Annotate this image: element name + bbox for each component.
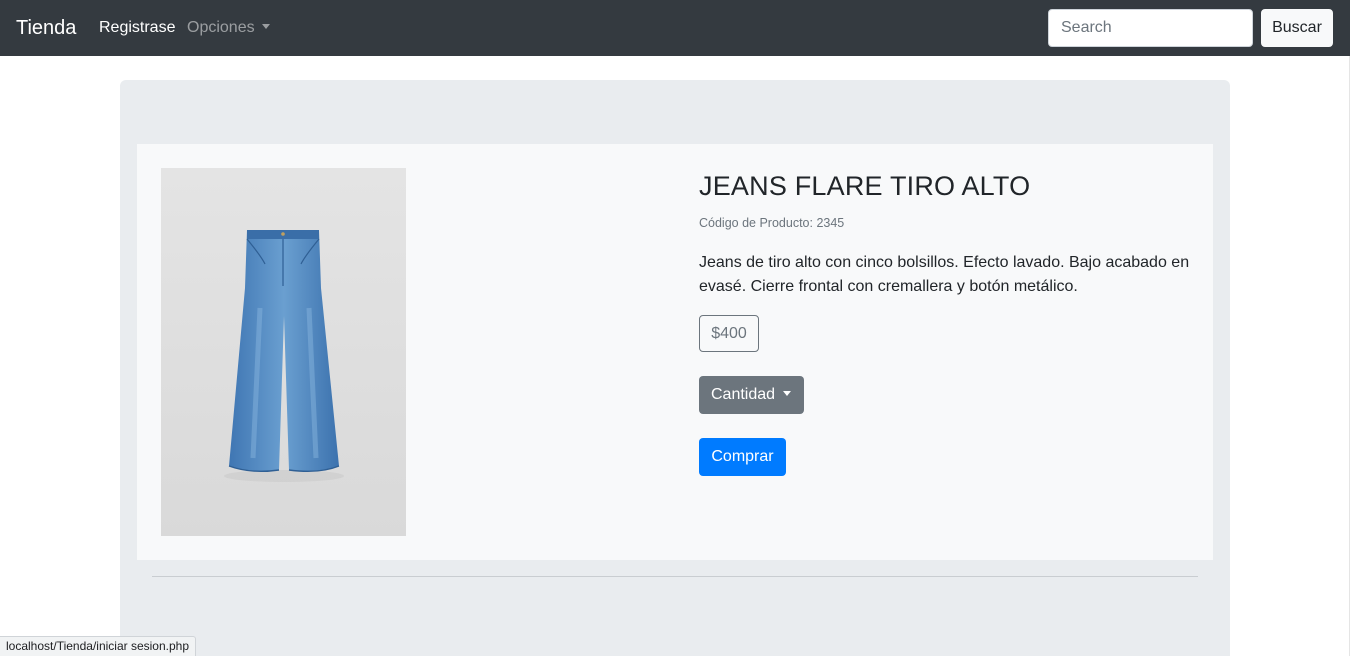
nav-link-register[interactable]: Registrase	[99, 18, 175, 38]
jeans-illustration	[224, 230, 344, 482]
product-title: JEANS FLARE TIRO ALTO	[699, 171, 1031, 201]
status-bar-url: localhost/Tienda/iniciar sesion.php	[0, 636, 196, 656]
quantity-dropdown-button[interactable]: Cantidad	[699, 376, 804, 414]
search-input[interactable]	[1048, 9, 1253, 47]
search-button[interactable]: Buscar	[1261, 9, 1333, 47]
price-badge: $400	[699, 315, 759, 352]
nav-dropdown-options[interactable]: Opciones	[187, 18, 270, 38]
nav-options-label: Opciones	[187, 19, 255, 36]
navbar: Tienda Registrase Opciones Buscar	[0, 0, 1350, 56]
product-code: Código de Producto: 2345	[699, 216, 845, 230]
quantity-label: Cantidad	[711, 386, 776, 403]
divider	[152, 576, 1198, 577]
product-description: Jeans de tiro alto con cinco bolsillos. …	[699, 254, 1190, 295]
chevron-down-icon	[783, 391, 792, 396]
chevron-down-icon	[261, 24, 270, 29]
brand-link[interactable]: Tienda	[16, 16, 76, 40]
buy-button[interactable]: Comprar	[699, 438, 786, 476]
product-image	[161, 168, 406, 536]
